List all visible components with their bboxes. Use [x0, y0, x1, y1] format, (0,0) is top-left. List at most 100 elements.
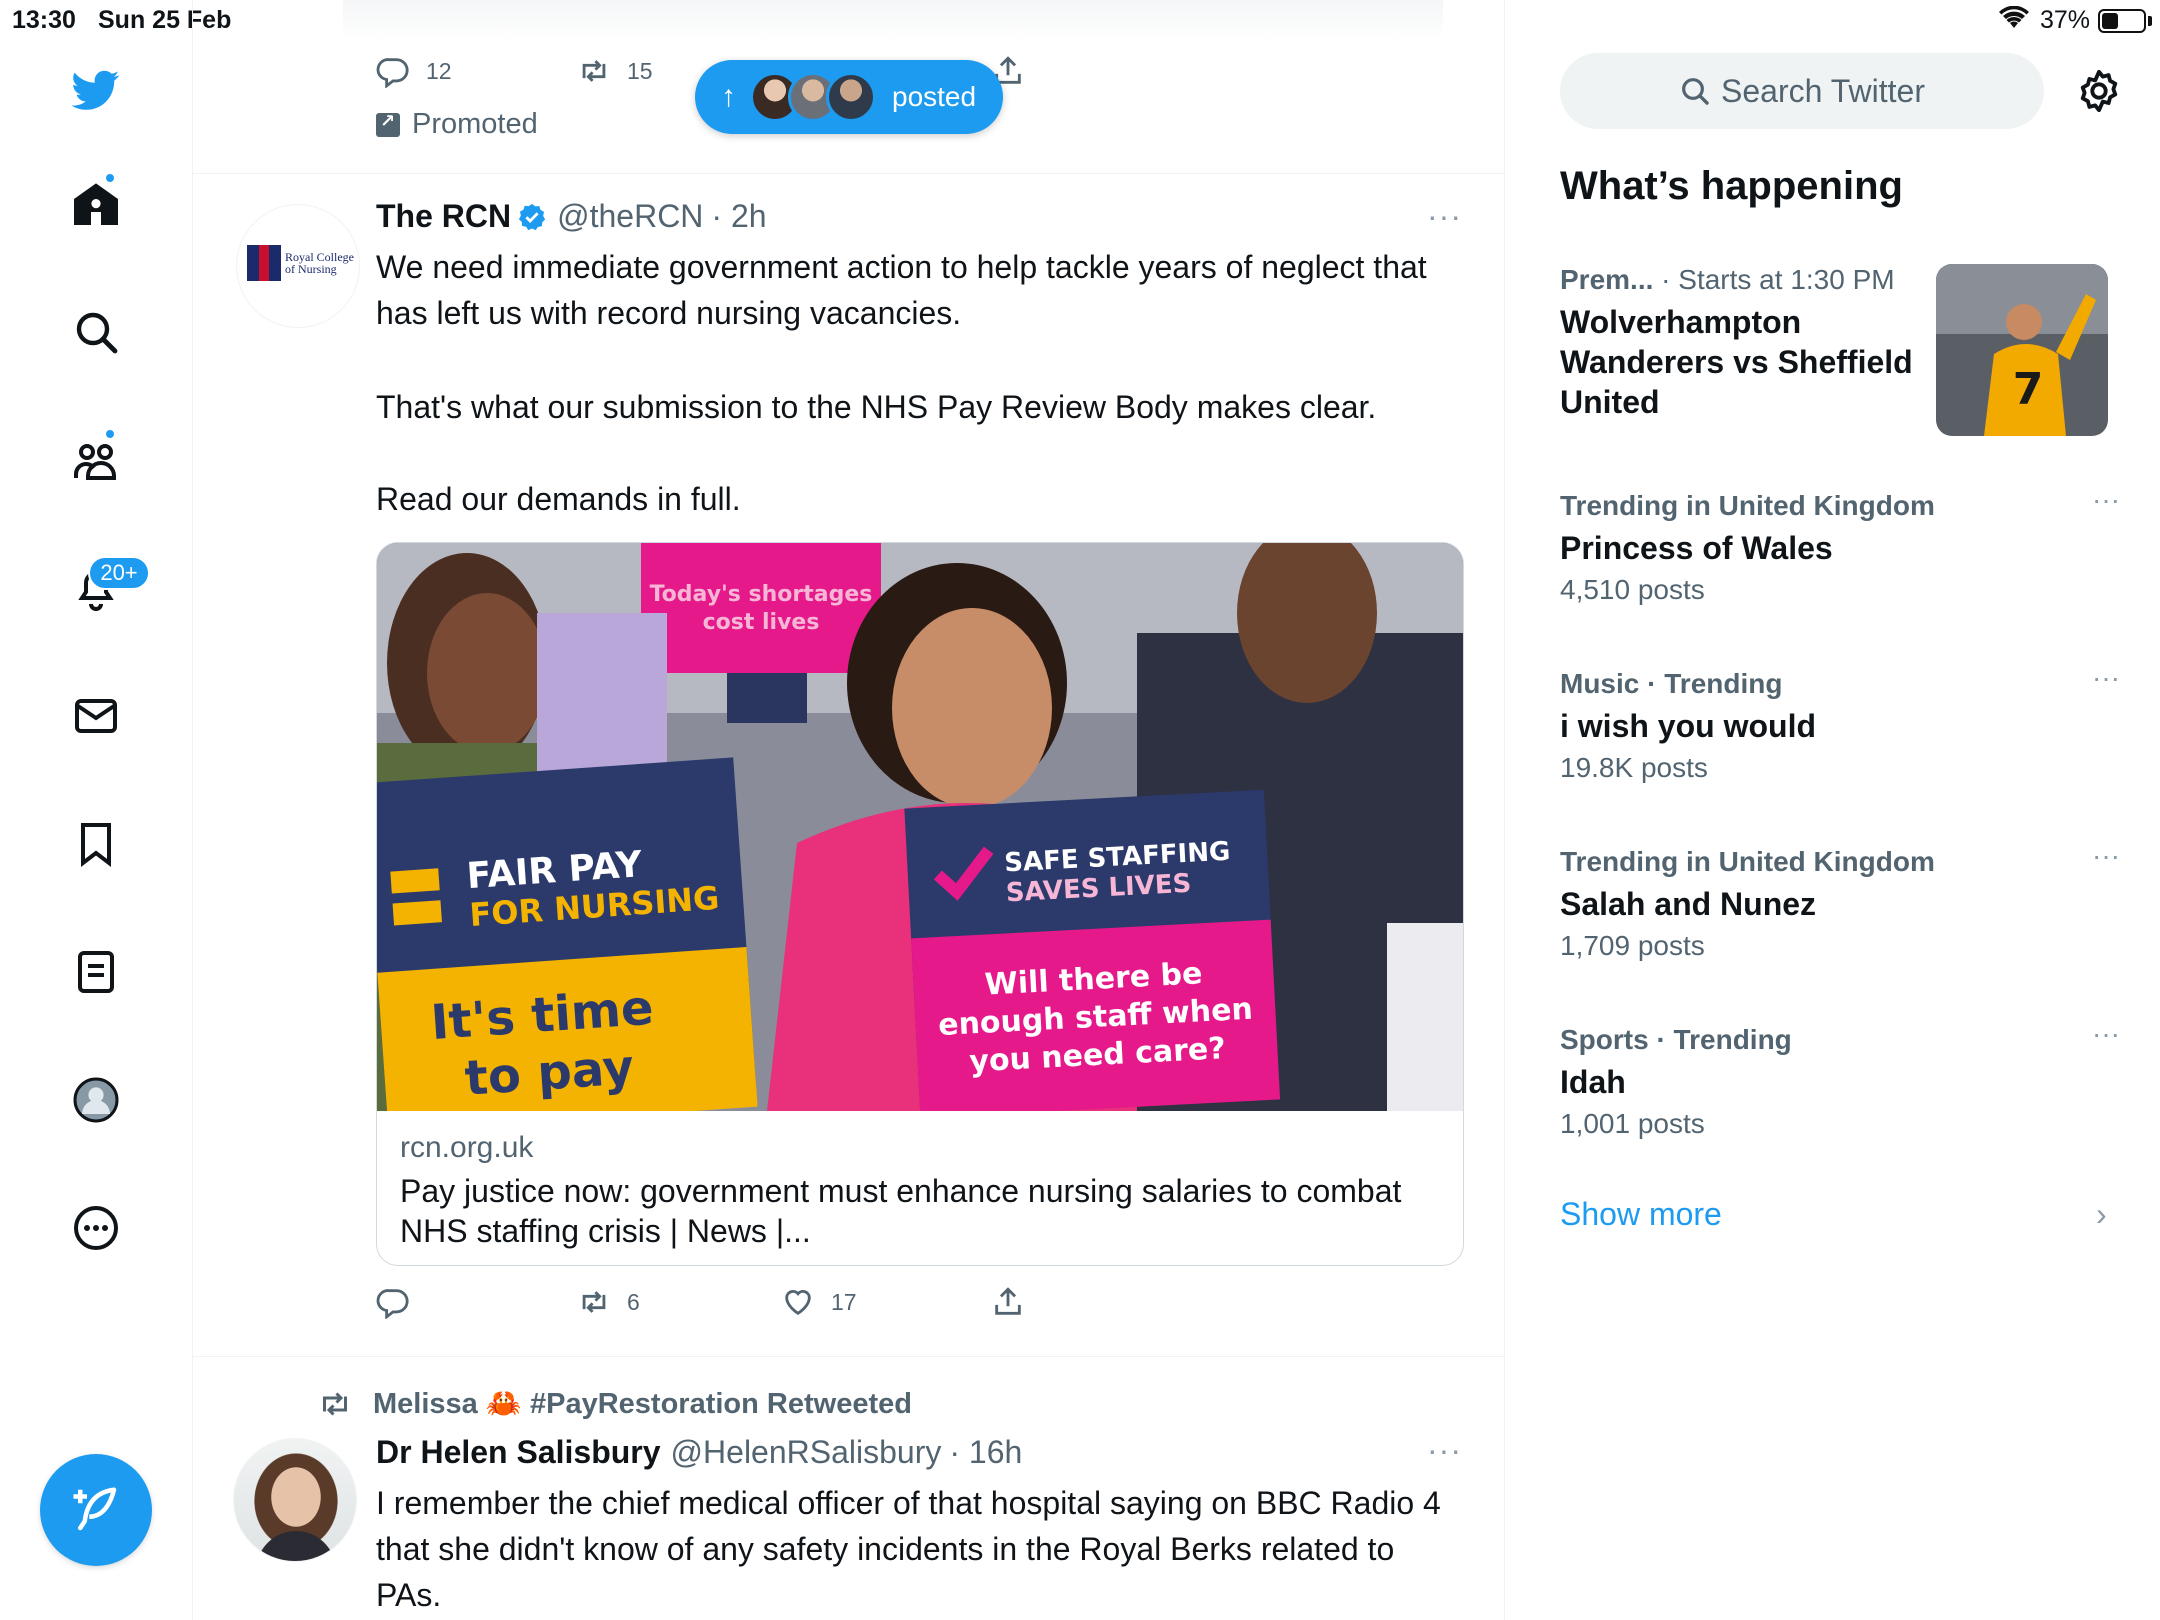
link-card-domain: rcn.org.uk	[400, 1131, 534, 1164]
like-button[interactable]: 17	[781, 1285, 857, 1319]
avatar[interactable]	[233, 1438, 357, 1562]
svg-text:Today's shortages: Today's shortages	[650, 582, 873, 607]
link-card-image: Today's shortages cost lives FAIR PAY FO…	[377, 543, 1463, 1111]
lists-icon[interactable]	[66, 942, 126, 1002]
trend-title: Idah	[1560, 1064, 1626, 1100]
author-name[interactable]: Dr Helen Salisbury	[376, 1434, 661, 1471]
trend-item[interactable]: Sports · Trending Idah 1,001 posts ···	[1560, 1018, 2120, 1140]
timeline: 12 15 Promoted ↑ posted Royal Collegeof …	[193, 0, 1505, 1620]
messages-envelope-icon[interactable]	[66, 686, 126, 746]
retweet-icon	[582, 1291, 606, 1313]
event-title: Wolverhampton Wanderers vs Sheffield Uni…	[1560, 304, 1913, 420]
reply-button[interactable]: 12	[376, 54, 452, 88]
previous-tweet-media-edge	[343, 0, 1443, 40]
trend-title: Princess of Wales	[1560, 530, 1833, 566]
twitter-logo-icon[interactable]	[66, 60, 126, 120]
trend-more-button[interactable]: ···	[2092, 1018, 2120, 1050]
trend-context: Trending in United Kingdom	[1560, 490, 1935, 521]
reply-button[interactable]	[376, 1285, 410, 1319]
retweet-count: 6	[627, 1288, 640, 1315]
trend-more-button[interactable]: ···	[2092, 662, 2120, 694]
left-nav-rail: 20+	[0, 0, 193, 1620]
trend-title: i wish you would	[1560, 708, 1816, 744]
tweet-time[interactable]: · 16h	[949, 1434, 1022, 1471]
tweet-divider	[193, 1356, 1504, 1357]
retweet-button[interactable]: 6	[577, 1285, 640, 1319]
avatar	[826, 72, 876, 122]
search-input[interactable]: Search Twitter	[1560, 53, 2044, 129]
trend-context: Trending in United Kingdom	[1560, 846, 1935, 877]
home-new-dot	[104, 172, 116, 184]
feather-plus-icon	[73, 1487, 117, 1531]
football-player-photo: 7	[1936, 264, 2108, 436]
settings-gear-icon[interactable]	[2076, 68, 2122, 114]
arrow-up-icon: ↑	[721, 80, 736, 113]
reply-icon	[376, 58, 409, 88]
svg-text:to pay: to pay	[463, 1039, 636, 1107]
explore-search-icon[interactable]	[66, 302, 126, 362]
tweet-text: Read our demands in full.	[376, 481, 741, 517]
rcn-logo: Royal College of Nursing	[247, 245, 354, 281]
tweet-time[interactable]: · 2h	[711, 198, 766, 235]
bookmarks-icon[interactable]	[66, 814, 126, 874]
tweet-text: We need immediate government action to h…	[376, 249, 1427, 331]
protest-photo: Today's shortages cost lives FAIR PAY FO…	[377, 543, 1463, 1111]
promoted-text: Promoted	[412, 108, 538, 140]
tweet-more-button[interactable]: ···	[1427, 1432, 1462, 1469]
author-handle[interactable]: @HelenRSalisbury	[671, 1434, 942, 1471]
trend-item[interactable]: Music · Trending i wish you would 19.8K …	[1560, 662, 2120, 784]
communities-icon[interactable]	[66, 430, 126, 490]
retweeted-by[interactable]: Melissa 🦀 #PayRestoration Retweeted	[317, 1386, 912, 1422]
verified-badge-icon	[518, 203, 546, 230]
tweet-more-button[interactable]: ···	[1427, 198, 1462, 235]
trend-more-button[interactable]: ···	[2092, 484, 2120, 516]
trend-count: 1,001 posts	[1560, 1108, 1705, 1139]
retweet-count: 15	[627, 57, 653, 84]
retweet-button[interactable]: 15	[577, 54, 653, 88]
rcn-logo-mark	[247, 245, 281, 281]
retweet-icon	[323, 1392, 347, 1416]
reply-count: 12	[426, 57, 452, 84]
event-item[interactable]: Prem... · Starts at 1:30 PM Wolverhampto…	[1560, 264, 1940, 422]
promoted-label: Promoted	[376, 108, 538, 141]
trend-context: Music · Trending	[1560, 668, 1783, 699]
compose-tweet-button[interactable]	[40, 1454, 152, 1566]
search-icon	[1682, 78, 1709, 105]
avatar[interactable]: Royal College of Nursing	[236, 204, 360, 328]
profile-avatar-icon[interactable]	[66, 1070, 126, 1130]
share-button[interactable]	[991, 1285, 1025, 1319]
trend-title: Salah and Nunez	[1560, 886, 1817, 922]
chevron-right-icon: ›	[2096, 1196, 2107, 1232]
whats-happening-heading: What’s happening	[1560, 164, 1903, 208]
new-posts-pill[interactable]: ↑ posted	[695, 60, 1003, 134]
event-image: 7	[1936, 264, 2108, 436]
tweet-header: Dr Helen Salisbury @HelenRSalisbury · 16…	[376, 1434, 1022, 1471]
event-start-time: · Starts at 1:30 PM	[1653, 264, 1895, 295]
trend-count: 19.8K posts	[1560, 752, 1708, 783]
search-placeholder: Search Twitter	[1721, 72, 1925, 109]
svg-text:cost lives: cost lives	[703, 610, 820, 635]
author-name[interactable]: The RCN	[376, 198, 511, 235]
trend-item[interactable]: Trending in United Kingdom Salah and Nun…	[1560, 840, 2120, 962]
tweet-text: I remember the chief medical officer of …	[376, 1485, 1441, 1613]
retweet-icon	[582, 60, 606, 82]
svg-text:7: 7	[2013, 364, 2044, 415]
reply-icon	[376, 1289, 409, 1319]
trend-count: 4,510 posts	[1560, 574, 1705, 605]
share-icon	[995, 1287, 1021, 1315]
more-options-icon[interactable]	[66, 1198, 126, 1258]
retweeted-by-text: Melissa 🦀 #PayRestoration Retweeted	[373, 1388, 912, 1420]
tweet-text: That's what our submission to the NHS Pa…	[376, 389, 1377, 425]
trend-more-button[interactable]: ···	[2092, 840, 2120, 872]
event-context: Prem...	[1560, 264, 1654, 295]
new-posts-label: posted	[892, 81, 977, 112]
tweet-divider	[193, 173, 1504, 174]
author-handle[interactable]: @theRCN	[557, 198, 703, 235]
trend-item[interactable]: Trending in United Kingdom Princess of W…	[1560, 484, 2120, 606]
communities-new-dot	[104, 428, 116, 440]
home-icon[interactable]	[66, 174, 126, 234]
link-card[interactable]: Today's shortages cost lives FAIR PAY FO…	[376, 542, 1464, 1266]
right-sidebar: Search Twitter What’s happening Prem... …	[1506, 0, 2160, 1620]
trend-context: Sports · Trending	[1560, 1024, 1792, 1055]
show-more-link[interactable]: Show more	[1560, 1196, 1722, 1233]
